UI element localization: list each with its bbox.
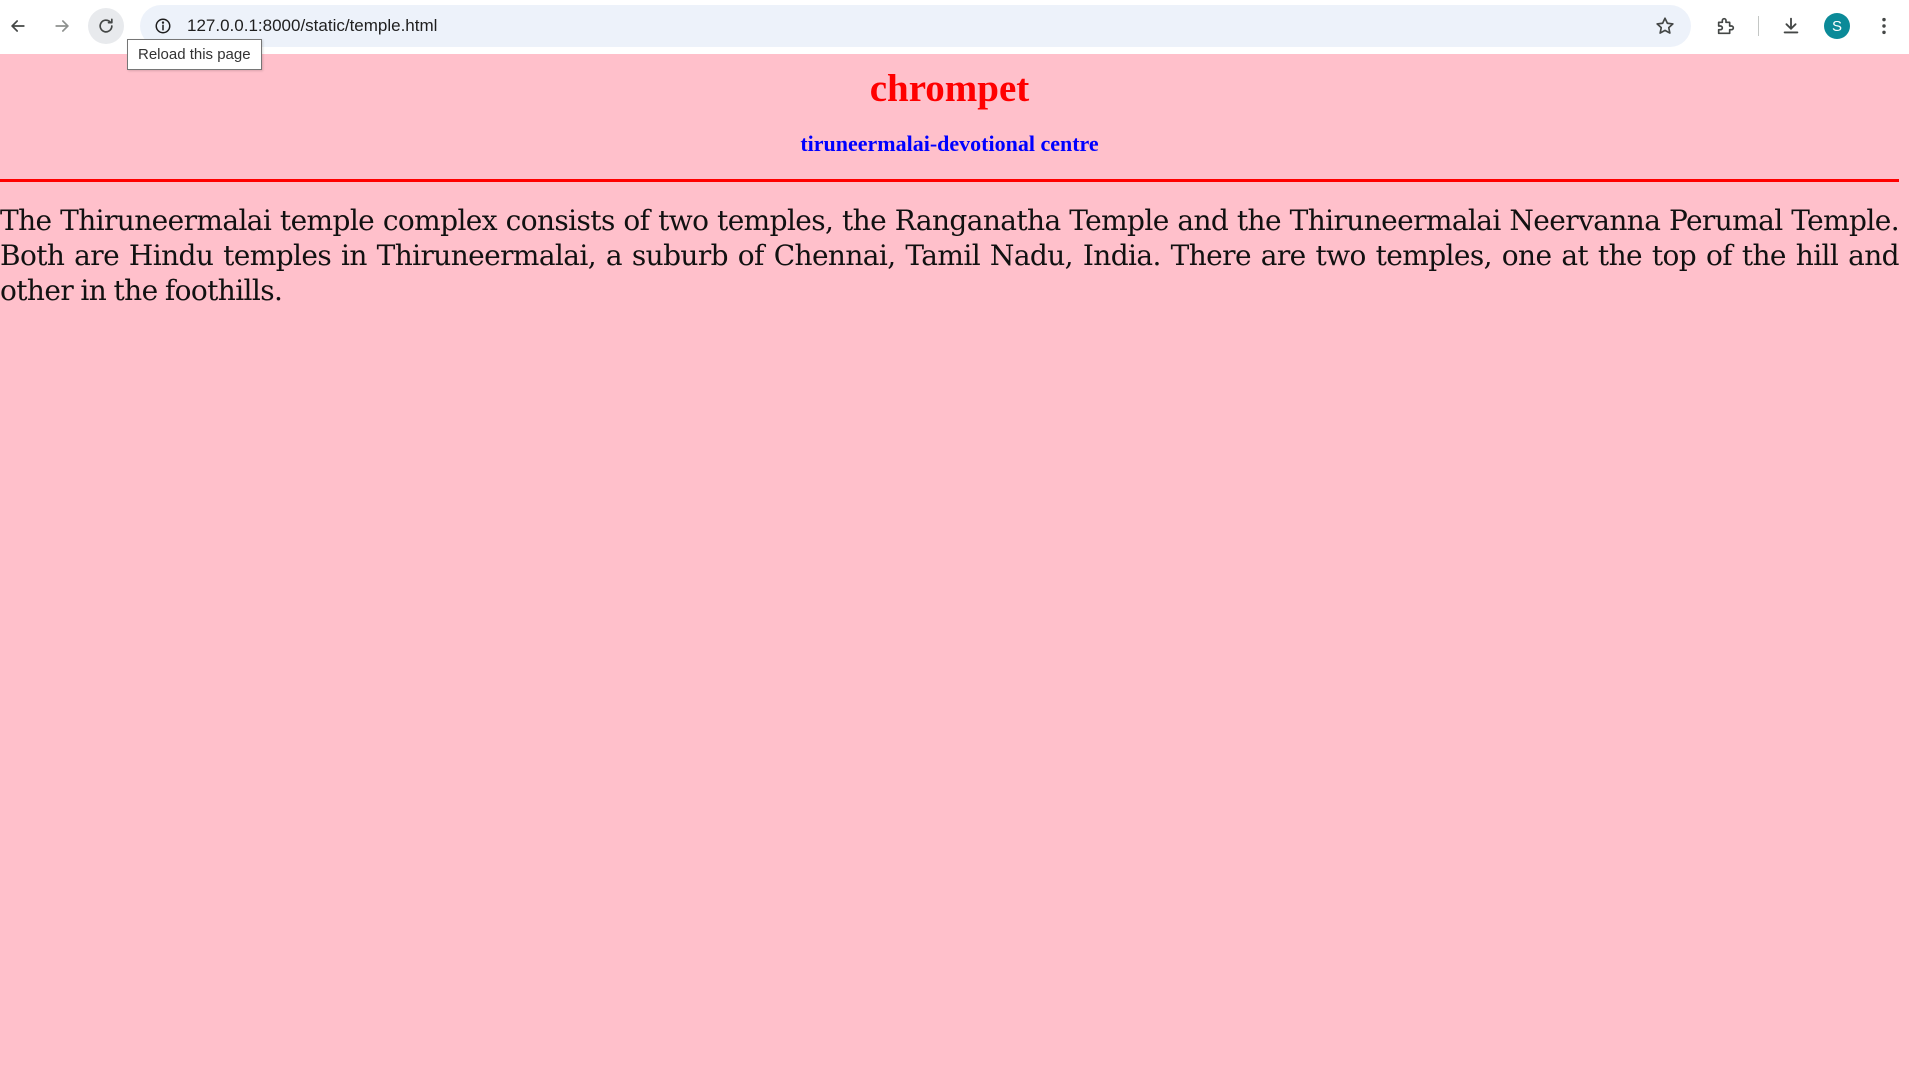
reload-button[interactable] xyxy=(88,8,124,44)
back-button[interactable] xyxy=(0,8,36,44)
browser-menu-button[interactable] xyxy=(1868,10,1900,42)
page-title: chrompet xyxy=(869,67,1030,110)
forward-button[interactable] xyxy=(44,8,80,44)
profile-button[interactable]: S xyxy=(1822,11,1852,41)
arrow-right-icon xyxy=(55,20,69,32)
address-bar[interactable]: 127.0.0.1:8000/static/temple.html xyxy=(140,5,1691,47)
arrow-left-icon xyxy=(11,20,25,32)
page-body: chrompet tiruneermalai-devotional centre… xyxy=(0,54,1900,308)
info-icon xyxy=(155,18,171,34)
horizontal-rule xyxy=(0,179,1899,182)
download-icon xyxy=(1783,17,1799,34)
site-info-button[interactable] xyxy=(150,13,176,39)
puzzle-icon xyxy=(1717,17,1735,35)
page-content: chrompet tiruneermalai-devotional centre… xyxy=(0,54,1909,1081)
downloads-button[interactable] xyxy=(1775,10,1807,42)
bookmark-button[interactable] xyxy=(1653,14,1677,38)
browser-toolbar: 127.0.0.1:8000/static/temple.html S xyxy=(0,0,1909,54)
star-icon xyxy=(1656,17,1674,34)
kebab-menu-icon xyxy=(1882,17,1886,35)
reload-icon xyxy=(99,18,113,33)
extensions-button[interactable] xyxy=(1710,10,1742,42)
reload-tooltip: Reload this page xyxy=(127,39,262,70)
avatar: S xyxy=(1824,13,1850,39)
page-subtitle: tiruneermalai-devotional centre xyxy=(800,131,1099,156)
temple-description: The Thiruneermalai temple complex consis… xyxy=(0,204,1900,307)
toolbar-separator xyxy=(1758,16,1759,36)
